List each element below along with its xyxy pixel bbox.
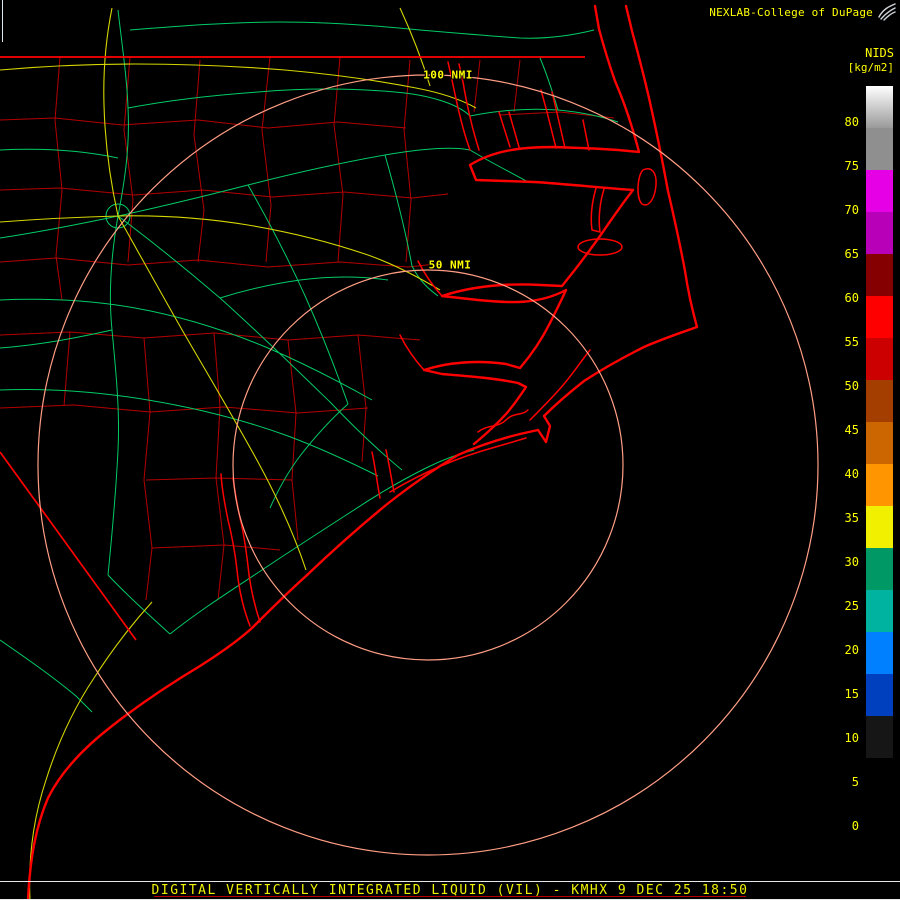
colorbar-segment [866,296,893,338]
colorbar-tick-label: 40 [844,467,859,481]
colorbar-tick-label: 5 [851,775,859,789]
colorbar-segment [866,758,893,800]
map-border-tick [2,0,3,42]
radar-map [0,4,819,900]
footer-rule-top [0,881,900,882]
colorbar-title: NIDS [865,46,894,60]
colorbar-segment [866,380,893,422]
colorbar-tick-label: 75 [844,159,859,173]
colorbar-tick-label: 50 [844,379,859,393]
colorbar-tick-label: 65 [844,247,859,261]
colorbar-segment [866,506,893,548]
colorbar-segment [866,254,893,296]
colorbar-segment [866,590,893,632]
lake-mattamuskeet [577,238,623,256]
colorbar-units: [kg/m2] [847,61,894,74]
range-ring-50nmi [232,269,624,661]
colorbar-segment [866,716,893,758]
colorbar-segment [866,170,893,212]
colorbar-segment [866,338,893,380]
state-border-path [0,56,585,641]
highways-path [0,7,477,900]
colorbar-segment [866,86,893,128]
colorbar-tick-label: 55 [844,335,859,349]
footer-underline [154,896,746,897]
colorbar-segment [866,548,893,590]
roanoke-island-path [637,168,657,206]
colorbar-labels: 80 75 70 65 60 55 50 45 40 35 30 25 20 15 10 5 0 [831,86,859,834]
colorbar-segment [866,674,893,716]
colorbar-segment [866,464,893,506]
colorbar-segment [866,212,893,254]
colorbar-tick-label: 35 [844,511,859,525]
range-ring-label-100nmi: 100 NMI [423,68,473,82]
outer-banks-path [536,4,699,444]
range-ring-100nmi [37,74,819,856]
colorbar-segments [866,86,893,800]
colorbar-tick-label: 70 [844,203,859,217]
colorbar-tick-label: 15 [844,687,859,701]
colorbar-segment [866,422,893,464]
colorbar-segment [866,632,893,674]
colorbar-tick-label: 45 [844,423,859,437]
colorbar-tick-label: 80 [844,115,859,129]
range-rings-layer [37,74,819,856]
cod-logo-icon [878,3,896,21]
highways-layer [0,7,477,900]
colorbar-tick-label: 20 [844,643,859,657]
colorbar-tick-label: 30 [844,555,859,569]
range-ring-label-50nmi: 50 NMI [428,258,472,272]
attribution-text: NEXLAB-College of DuPage [709,6,873,19]
radar-display: 100 NMI 50 NMI NEXLAB-College of DuPage … [0,0,900,900]
colorbar-tick-label: 0 [851,819,859,833]
colorbar-tick-label: 25 [844,599,859,613]
county-borders-layer [0,56,615,601]
colorbar-segment [866,128,893,170]
ocean-coastline-path [26,428,540,900]
colorbar-tick-label: 60 [844,291,859,305]
state-borders-layer [0,56,585,641]
county-borders-path [0,56,615,601]
colorbar-tick-label: 10 [844,731,859,745]
